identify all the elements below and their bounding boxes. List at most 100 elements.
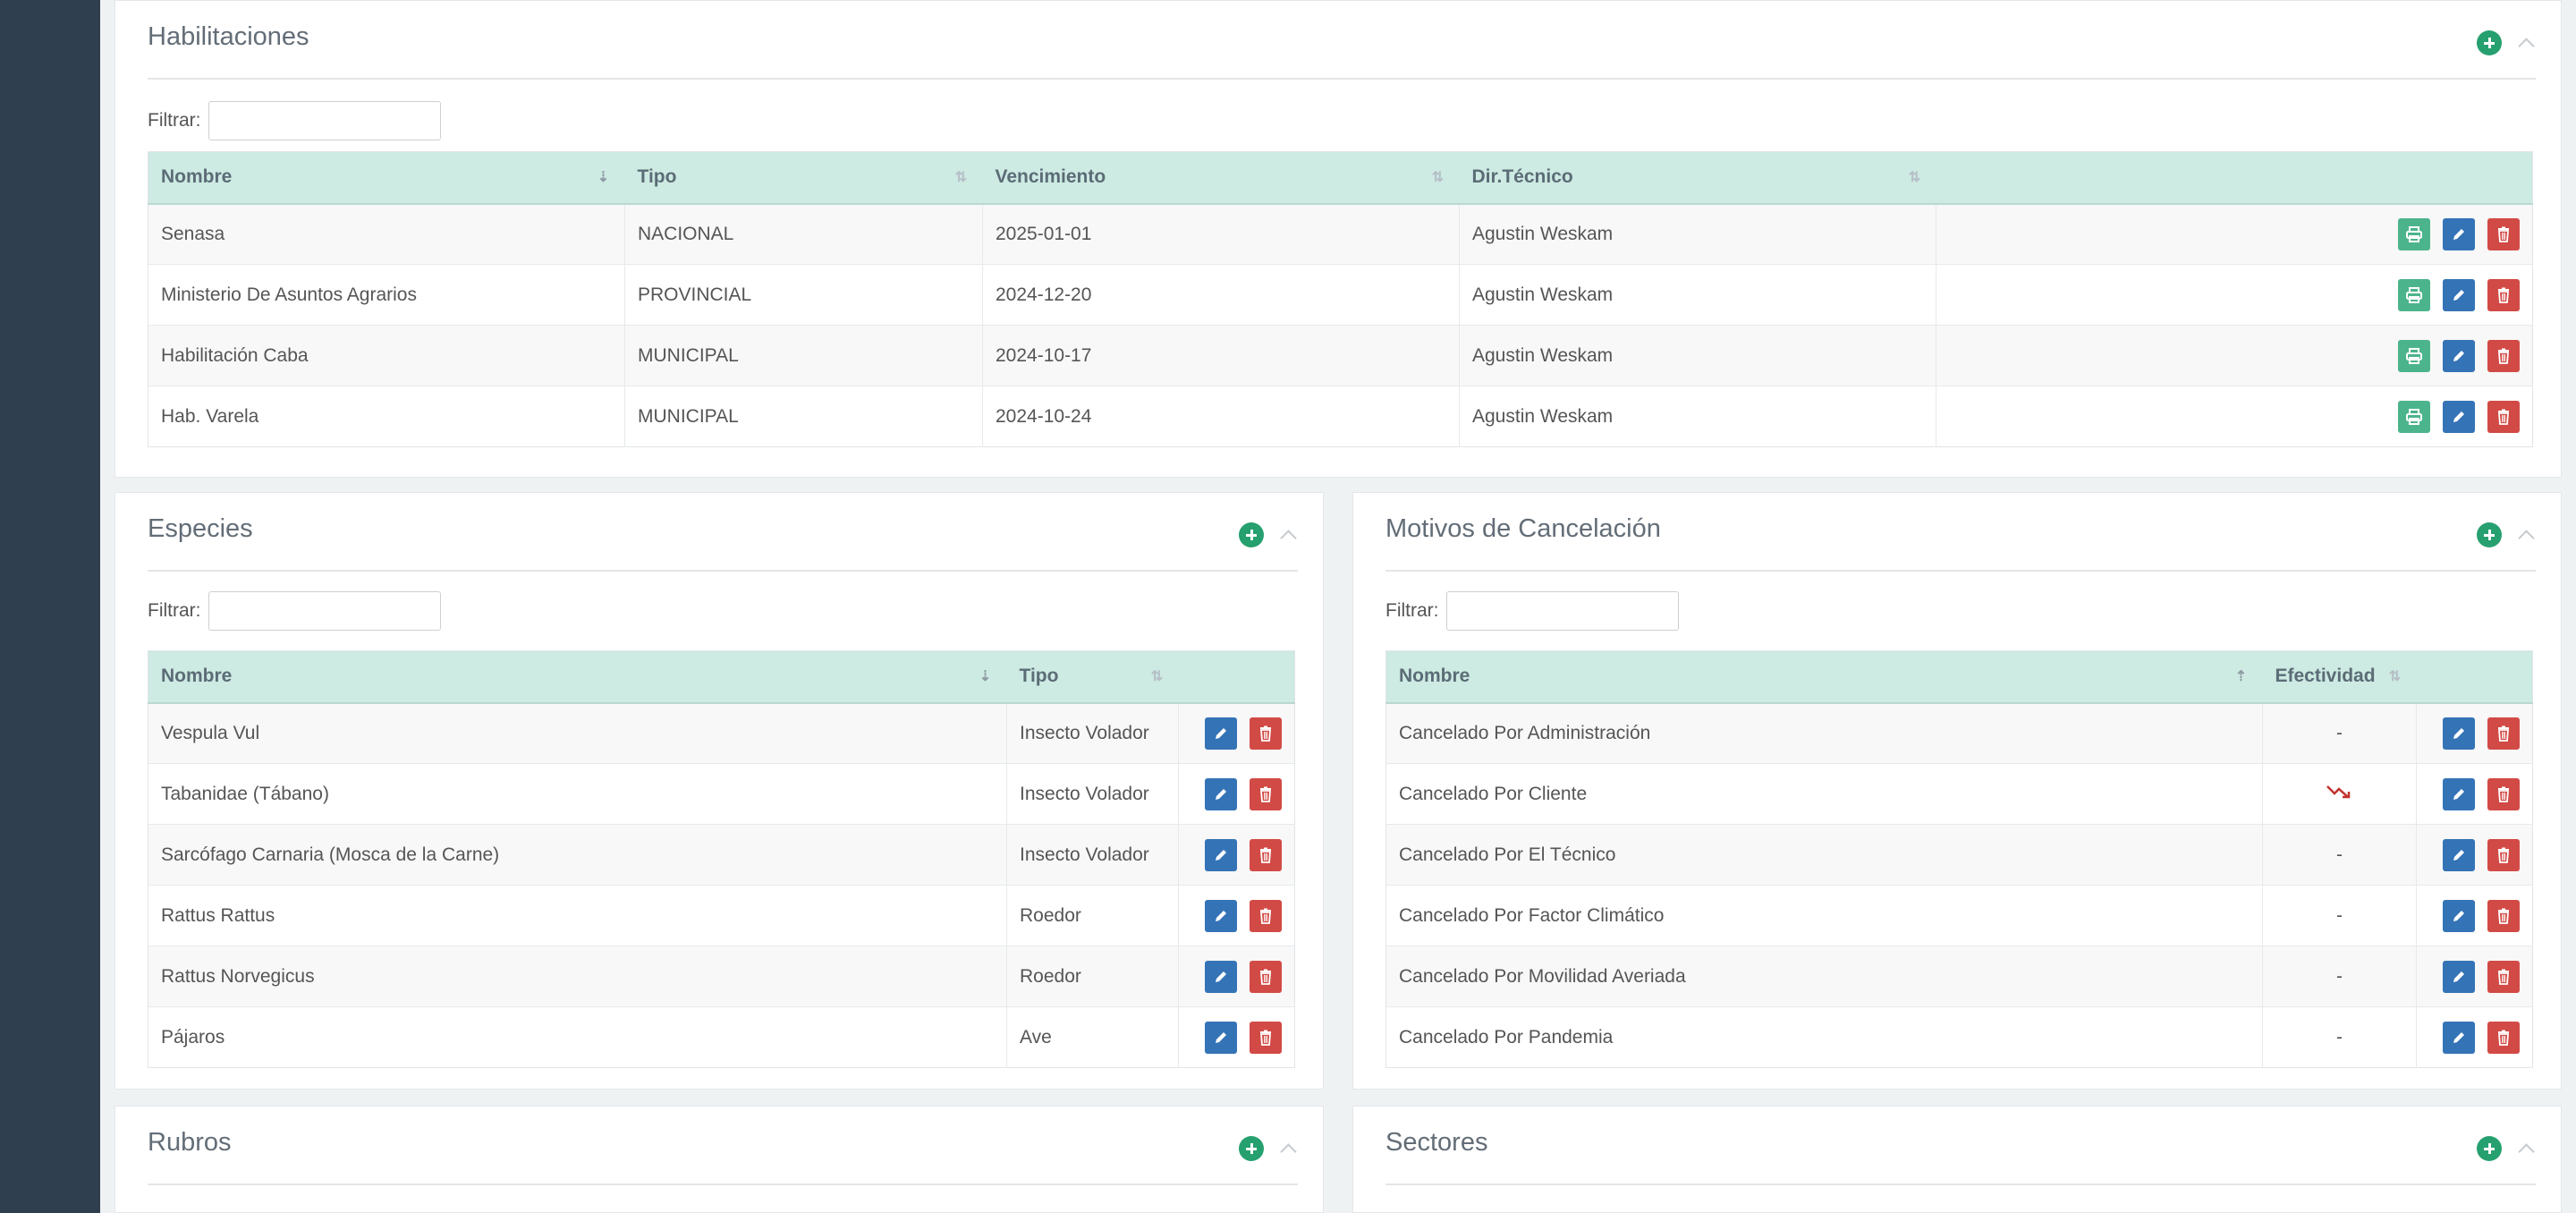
print-button[interactable]	[2398, 339, 2430, 372]
column-header-nombre[interactable]: Nombre ⇡	[1385, 650, 2263, 704]
edit-button[interactable]	[1205, 899, 1237, 932]
delete-button[interactable]	[1250, 1021, 1282, 1054]
panel-header: Habilitaciones	[148, 1, 2536, 80]
edit-button[interactable]	[1205, 1021, 1237, 1054]
edit-button[interactable]	[2443, 339, 2475, 372]
column-header-nombre[interactable]: Nombre ⇣	[148, 650, 1007, 704]
delete-button[interactable]	[2487, 838, 2520, 871]
table-cell: Cancelado Por El Técnico	[1385, 824, 2263, 886]
table-cell: Cancelado Por Pandemia	[1385, 1006, 2263, 1068]
table-cell: Roedor	[1006, 946, 1179, 1007]
row-actions	[1936, 386, 2533, 447]
table-row: Rattus Norvegicus Roedor	[148, 946, 1295, 1007]
column-header-vencimiento[interactable]: Vencimiento ⇅	[982, 151, 1460, 205]
sort-desc-icon[interactable]: ⇣	[977, 669, 995, 685]
add-icon[interactable]	[2477, 30, 2502, 55]
edit-button[interactable]	[2443, 838, 2475, 871]
sort-icon[interactable]: ⇅	[1148, 669, 1166, 685]
print-button[interactable]	[2398, 400, 2430, 433]
delete-button[interactable]	[2487, 1021, 2520, 1054]
chevron-up-icon[interactable]	[2516, 525, 2536, 545]
delete-button[interactable]	[2487, 899, 2520, 932]
edit-button[interactable]	[1205, 838, 1237, 871]
delete-button[interactable]	[2487, 339, 2520, 372]
table-row: Pájaros Ave	[148, 1006, 1295, 1068]
filter-input[interactable]	[208, 101, 441, 140]
sort-icon[interactable]: ⇅	[2386, 669, 2404, 685]
table-cell: Insecto Volador	[1006, 824, 1179, 886]
table-cell: -	[2262, 1006, 2417, 1068]
table-row: Habilitación Caba MUNICIPAL 2024-10-17 Agus…	[148, 325, 2533, 386]
chevron-up-icon[interactable]	[2516, 33, 2536, 53]
table-cell: Rattus Rattus	[148, 885, 1007, 946]
filter-input[interactable]	[208, 591, 441, 631]
filter-input[interactable]	[1445, 591, 1679, 631]
sort-asc-icon[interactable]: ⇡	[2233, 669, 2250, 685]
column-header-tipo[interactable]: Tipo ⇅	[1006, 650, 1179, 704]
column-header-dir-tecnico[interactable]: Dir.Técnico ⇅	[1459, 151, 1936, 205]
filter-label: Filtrar:	[148, 110, 201, 131]
table-cell: Cancelado Por Movilidad Averiada	[1385, 946, 2263, 1007]
delete-button[interactable]	[2487, 777, 2520, 810]
edit-button[interactable]	[2443, 217, 2475, 250]
row-actions	[2416, 702, 2533, 764]
edit-button[interactable]	[2443, 777, 2475, 810]
delete-button[interactable]	[1250, 899, 1282, 932]
column-header-efectividad[interactable]: Efectividad ⇅	[2262, 650, 2417, 704]
chevron-up-icon[interactable]	[2516, 1139, 2536, 1158]
table-row: Cancelado Por Pandemia -	[1385, 1006, 2533, 1068]
sort-icon[interactable]: ⇅	[1429, 170, 1447, 186]
delete-button[interactable]	[2487, 717, 2520, 750]
edit-button[interactable]	[2443, 1021, 2475, 1054]
table-row: Vespula Vul Insecto Volador	[148, 702, 1295, 764]
panel-header: Especies	[148, 493, 1298, 572]
row-actions	[2416, 824, 2533, 886]
column-header-tipo[interactable]: Tipo ⇅	[624, 151, 983, 205]
edit-button[interactable]	[1205, 960, 1237, 993]
sort-icon[interactable]: ⇅	[953, 170, 970, 186]
table-cell: NACIONAL	[624, 203, 983, 265]
edit-button[interactable]	[1205, 717, 1237, 750]
table-cell: -	[2262, 946, 2417, 1007]
sort-icon[interactable]: ⇅	[1906, 170, 1924, 186]
edit-button[interactable]	[2443, 717, 2475, 750]
table-cell: -	[2262, 824, 2417, 886]
edit-button[interactable]	[2443, 400, 2475, 433]
panel-header: Rubros	[148, 1107, 1298, 1185]
delete-button[interactable]	[1250, 777, 1282, 810]
add-icon[interactable]	[1239, 1136, 1264, 1161]
delete-button[interactable]	[2487, 960, 2520, 993]
motivos-table: Nombre ⇡ Efectividad ⇅ Cancelado Por Admin…	[1385, 650, 2533, 1068]
sectores-panel: Sectores	[1352, 1106, 2562, 1213]
edit-button[interactable]	[2443, 899, 2475, 932]
chevron-up-icon[interactable]	[1278, 525, 1298, 545]
table-cell: Cancelado Por Cliente	[1385, 763, 2263, 825]
delete-button[interactable]	[1250, 717, 1282, 750]
filter-label: Filtrar:	[148, 600, 201, 621]
delete-button[interactable]	[2487, 400, 2520, 433]
row-actions	[1178, 824, 1295, 886]
especies-table: Nombre ⇣ Tipo ⇅ Vespula Vul Insecto Volador…	[148, 650, 1295, 1068]
row-actions	[2416, 763, 2533, 825]
edit-button[interactable]	[2443, 960, 2475, 993]
edit-button[interactable]	[2443, 278, 2475, 311]
table-cell: Sarcófago Carnaria (Mosca de la Carne)	[148, 824, 1007, 886]
row-actions	[2416, 946, 2533, 1007]
sort-desc-icon[interactable]: ⇣	[595, 170, 613, 186]
add-icon[interactable]	[2477, 1136, 2502, 1161]
chevron-up-icon[interactable]	[1278, 1139, 1298, 1158]
add-icon[interactable]	[1239, 522, 1264, 547]
delete-button[interactable]	[2487, 217, 2520, 250]
add-icon[interactable]	[2477, 522, 2502, 547]
column-header-nombre[interactable]: Nombre ⇣	[148, 151, 625, 205]
delete-button[interactable]	[1250, 838, 1282, 871]
print-button[interactable]	[2398, 217, 2430, 250]
delete-button[interactable]	[2487, 278, 2520, 311]
table-cell	[2262, 763, 2417, 825]
habilitaciones-panel: Habilitaciones Filtrar: Nombre ⇣ Tipo ⇅ Ve…	[114, 0, 2562, 478]
print-button[interactable]	[2398, 278, 2430, 311]
delete-button[interactable]	[1250, 960, 1282, 993]
edit-button[interactable]	[1205, 777, 1237, 810]
table-cell: -	[2262, 885, 2417, 946]
table-cell: Tabanidae (Tábano)	[148, 763, 1007, 825]
